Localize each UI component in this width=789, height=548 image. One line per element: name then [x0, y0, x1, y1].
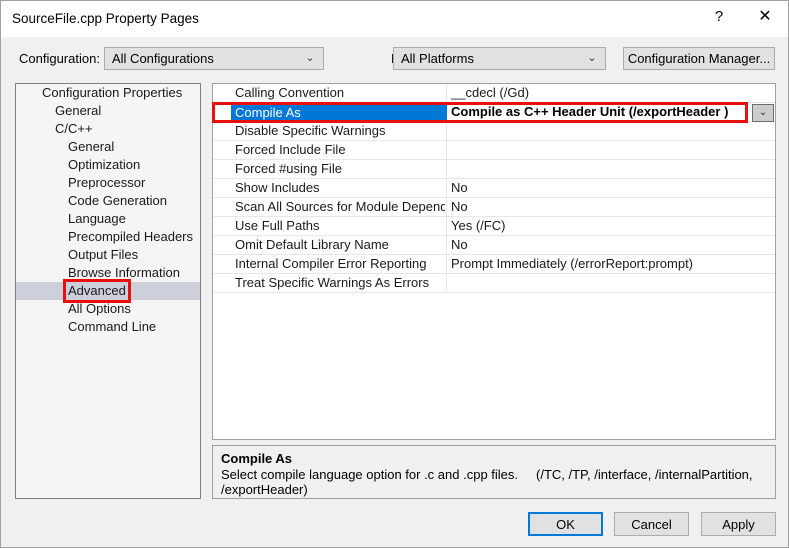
column-divider	[446, 84, 447, 103]
configuration-manager-button[interactable]: Configuration Manager...	[623, 47, 775, 70]
property-value[interactable]: Prompt Immediately (/errorReport:prompt)	[451, 256, 761, 271]
property-name: Scan All Sources for Module Dependeni	[235, 199, 445, 214]
platform-dropdown[interactable]: All Platforms ⌄	[393, 47, 606, 70]
property-name: Use Full Paths	[235, 218, 320, 233]
property-value[interactable]: __cdecl (/Gd)	[451, 85, 761, 100]
column-divider	[446, 141, 447, 160]
help-button[interactable]: ?	[696, 1, 742, 33]
configuration-value: All Configurations	[112, 51, 214, 66]
tree-item-browse-information[interactable]: Browse Information	[16, 264, 200, 282]
tree-item-label: Command Line	[68, 319, 157, 334]
property-grid[interactable]: Calling Convention __cdecl (/Gd) Compile A…	[212, 83, 776, 440]
tree-item-precompiled-headers[interactable]: Precompiled Headers	[16, 228, 200, 246]
property-row[interactable]: Disable Specific Warnings	[213, 122, 775, 141]
property-value[interactable]: Yes (/FC)	[451, 218, 761, 233]
property-value[interactable]: No	[451, 199, 761, 214]
property-row[interactable]: Forced #using File	[213, 160, 775, 179]
property-name: Omit Default Library Name	[235, 237, 389, 252]
property-name: Compile As	[231, 103, 446, 122]
property-row[interactable]: Internal Compiler Error Reporting Prompt …	[213, 255, 775, 274]
tree-item-general[interactable]: General	[16, 102, 200, 120]
tree-item-optimization[interactable]: Optimization	[16, 156, 200, 174]
tree-item-label: Output Files	[68, 247, 139, 262]
tree-item-advanced[interactable]: Advanced	[16, 279, 200, 303]
column-divider	[446, 236, 447, 255]
tree-item-label: General	[68, 139, 115, 154]
configuration-tree[interactable]: ◢Configuration PropertiesGeneral◢C/C++Ge…	[15, 83, 201, 499]
tree-item-command-line[interactable]: Command Line	[16, 318, 200, 336]
tree-item-preprocessor[interactable]: Preprocessor	[16, 174, 200, 192]
question-mark-icon: ?	[714, 8, 724, 25]
description-title: Compile As	[221, 451, 293, 466]
value-dropdown-button[interactable]: ⌄	[752, 104, 774, 122]
property-row[interactable]: Calling Convention __cdecl (/Gd)	[213, 84, 775, 103]
chevron-down-icon: ⌄	[305, 52, 315, 64]
property-name: Internal Compiler Error Reporting	[235, 256, 427, 271]
tree-item-label: Language	[68, 211, 126, 226]
close-icon: ✕	[758, 8, 772, 25]
property-name: Calling Convention	[235, 85, 345, 100]
tree-item-label: Preprocessor	[68, 175, 146, 190]
tree-item-label: Optimization	[68, 157, 141, 172]
description-sentence: Select compile language option for .c an…	[221, 467, 519, 482]
property-value[interactable]: No	[451, 237, 761, 252]
platform-value: All Platforms	[401, 51, 474, 66]
tree-item-language[interactable]: Language	[16, 210, 200, 228]
window-title: SourceFile.cpp Property Pages	[12, 11, 199, 26]
property-row[interactable]: Use Full Paths Yes (/FC)	[213, 217, 775, 236]
column-divider	[446, 103, 447, 122]
description-text: Select compile language option for .c an…	[221, 467, 767, 497]
tree-item-output-files[interactable]: Output Files	[16, 246, 200, 264]
tree-item-configuration-properties[interactable]: ◢Configuration Properties	[16, 84, 200, 102]
ok-button[interactable]: OK	[528, 512, 603, 536]
tree-item-label: Configuration Properties	[42, 85, 183, 100]
property-row[interactable]: Forced Include File	[213, 141, 775, 160]
property-name: Disable Specific Warnings	[235, 123, 386, 138]
description-panel: Compile As Select compile language optio…	[212, 445, 776, 499]
grid-empty-area	[213, 293, 775, 439]
configuration-dropdown[interactable]: All Configurations ⌄	[104, 47, 324, 70]
column-divider	[446, 122, 447, 141]
property-name: Treat Specific Warnings As Errors	[235, 275, 430, 290]
tree-item-label: Browse Information	[68, 265, 180, 280]
configuration-label: Configuration:	[19, 51, 100, 66]
property-name: Show Includes	[235, 180, 320, 195]
property-pages-dialog: SourceFile.cpp Property Pages ? ✕ Config…	[0, 0, 789, 548]
column-divider	[446, 198, 447, 217]
property-row[interactable]: Treat Specific Warnings As Errors	[213, 274, 775, 293]
property-value[interactable]: Compile as C++ Header Unit (/exportHeade…	[451, 104, 761, 119]
column-divider	[446, 274, 447, 293]
property-row[interactable]: Scan All Sources for Module Dependeni No	[213, 198, 775, 217]
property-name: Forced Include File	[235, 142, 346, 157]
property-value[interactable]: No	[451, 180, 761, 195]
column-divider	[446, 217, 447, 236]
apply-button[interactable]: Apply	[701, 512, 776, 536]
column-divider	[446, 179, 447, 198]
tree-item-label: Advanced	[63, 279, 131, 303]
chevron-down-icon: ⌄	[758, 107, 768, 118]
tree-item-label: Code Generation	[68, 193, 168, 208]
column-divider	[446, 160, 447, 179]
tree-item-label: C/C++	[55, 121, 93, 136]
cancel-button[interactable]: Cancel	[614, 512, 689, 536]
chevron-down-icon: ⌄	[587, 52, 597, 64]
tree-item-label: Precompiled Headers	[68, 229, 194, 244]
tree-item-code-generation[interactable]: Code Generation	[16, 192, 200, 210]
tree-item-label: All Options	[68, 301, 131, 316]
tree-item-general[interactable]: General	[16, 138, 200, 156]
property-name: Forced #using File	[235, 161, 342, 176]
property-row[interactable]: Omit Default Library Name No	[213, 236, 775, 255]
close-button[interactable]: ✕	[742, 1, 788, 33]
property-row[interactable]: Show Includes No	[213, 179, 775, 198]
tree-item-c-c[interactable]: ◢C/C++	[16, 120, 200, 138]
column-divider	[446, 255, 447, 274]
title-bar: SourceFile.cpp Property Pages ? ✕	[1, 1, 788, 37]
tree-item-all-options[interactable]: All Options	[16, 300, 200, 318]
property-row[interactable]: Compile As Compile as C++ Header Unit (/e…	[213, 103, 775, 122]
tree-item-label: General	[55, 103, 102, 118]
